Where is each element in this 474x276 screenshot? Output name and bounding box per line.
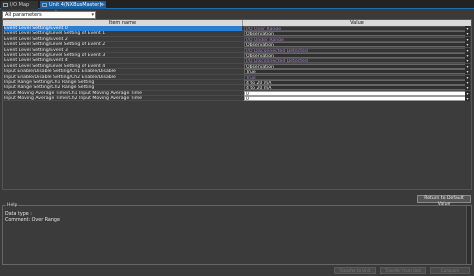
chevron-down-icon[interactable]: ▾ (465, 31, 470, 37)
chevron-down-icon[interactable]: ▾ (465, 58, 470, 64)
value-select[interactable]: I/O Disconnected Detected (244, 58, 466, 64)
tab-unit-4[interactable]: Unit 4(NXBusMaster) - net... × (40, 1, 106, 16)
tab-label: I/O Map (10, 2, 30, 8)
filter-value: All parameters (5, 12, 42, 18)
help-data-type: Data type : (5, 212, 32, 217)
transfer-to-unit-button[interactable]: Transfer to Unit (334, 267, 376, 274)
value-select[interactable]: Observation (244, 52, 466, 58)
value-select[interactable]: I/O Under Range (244, 36, 466, 42)
value-select[interactable]: 4 to 20 mA (244, 79, 466, 85)
value-select[interactable]: Observation (244, 63, 466, 69)
value-select[interactable]: True (244, 69, 466, 75)
document-icon (42, 3, 47, 7)
value-input[interactable]: 0 (244, 96, 466, 102)
chevron-down-icon[interactable]: ▾ (465, 85, 470, 91)
chevron-down-icon[interactable]: ▾ (91, 12, 94, 19)
close-icon[interactable]: × (100, 1, 104, 9)
compare-button[interactable]: Compare (430, 267, 470, 274)
table-row[interactable]: Input Moving Average Time/Ch2 Input Movi… (3, 96, 471, 102)
chevron-down-icon[interactable]: ▾ (465, 47, 470, 53)
chevron-down-icon[interactable]: ▾ (465, 74, 470, 80)
chevron-down-icon[interactable]: ▾ (465, 26, 470, 31)
value-select[interactable]: I/O Disconnected Detected (244, 47, 466, 53)
value-select[interactable]: 4 to 20 mA (244, 85, 466, 91)
parameter-grid: Item name Value Event Level Setting/Even… (2, 19, 472, 190)
chevron-down-icon[interactable]: ▾ (465, 42, 470, 48)
help-panel: Help Data type : Comment: Over Range (2, 203, 472, 265)
value-select[interactable]: Observation (244, 31, 466, 37)
chevron-down-icon[interactable]: ▾ (465, 52, 470, 58)
help-legend: Help (6, 203, 19, 208)
return-to-default-button[interactable]: Return to Default Value (417, 195, 471, 207)
chevron-down-icon[interactable]: ▾ (465, 69, 470, 75)
help-comment: Comment: Over Range (5, 218, 60, 223)
value-select[interactable]: True (244, 74, 466, 80)
chevron-down-icon[interactable]: ▾ (465, 96, 470, 102)
grid-rows: Event Level Setting/Event 0 I/O Over Rang… (3, 26, 471, 102)
value-select[interactable]: I/O Over Range (244, 26, 466, 31)
tab-strip: I/O Map Unit 4(NXBusMaster) - net... × (0, 0, 474, 16)
value-select[interactable]: Observation (244, 42, 466, 48)
item-name-cell[interactable]: Input Moving Average Time/Ch2 Input Movi… (4, 96, 242, 101)
chevron-down-icon[interactable]: ▾ (465, 36, 470, 42)
app-window: I/O Map Unit 4(NXBusMaster) - net... × A… (0, 0, 474, 276)
chevron-down-icon[interactable]: ▾ (465, 79, 470, 85)
parameter-filter-select[interactable]: All parameters ▾ (2, 11, 96, 19)
chevron-down-icon[interactable]: ▾ (465, 90, 470, 96)
value-input[interactable]: 0 (244, 90, 466, 96)
chevron-down-icon[interactable]: ▾ (465, 63, 470, 69)
help-scrollbar[interactable] (466, 206, 471, 264)
tab-io-map[interactable]: I/O Map (1, 1, 38, 9)
document-icon (3, 3, 8, 7)
transfer-from-unit-button[interactable]: Transfer from Unit (380, 267, 426, 274)
